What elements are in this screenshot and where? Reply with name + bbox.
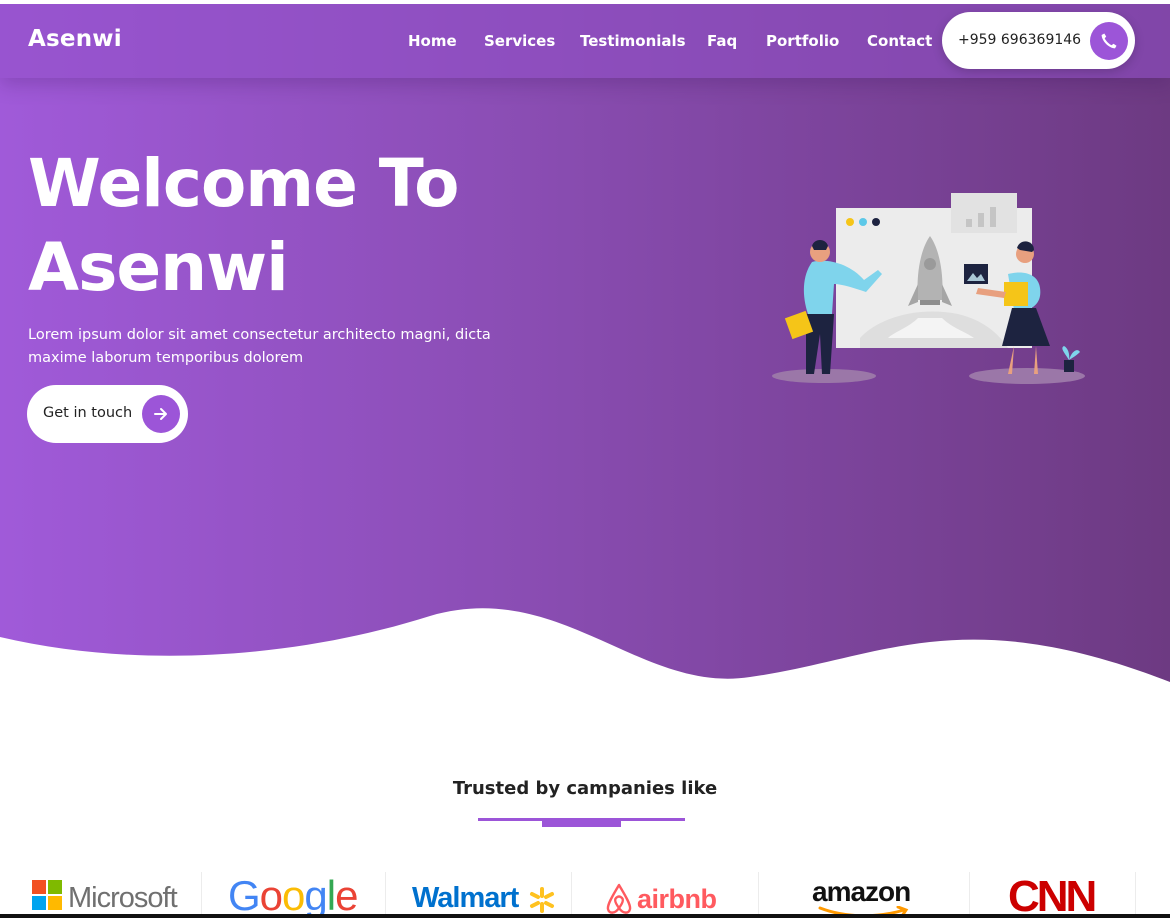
google-letter: e — [335, 872, 358, 918]
heading-underline-accent — [542, 818, 621, 827]
logo-cnn: CNN — [970, 872, 1136, 918]
phone-number: +959 696369146 — [958, 32, 1082, 48]
logo-microsoft: Microsoft — [26, 872, 202, 918]
logo-cnn-text: CNN — [1008, 872, 1097, 918]
nav-services[interactable]: Services — [484, 32, 555, 50]
hero-illustration — [772, 193, 1085, 384]
navbar: Asenwi Home Services Testimonials Faq Po… — [0, 4, 1170, 78]
logo-google: Google — [216, 872, 386, 918]
trusted-heading: Trusted by campanies like — [452, 778, 718, 799]
nav-testimonials[interactable]: Testimonials — [580, 32, 686, 50]
logo-airbnb-text: airbnb — [637, 884, 717, 914]
nav-contact[interactable]: Contact — [867, 32, 932, 50]
logo-walmart: Walmart — [404, 872, 572, 918]
microsoft-grid-icon — [32, 880, 62, 910]
hero-title-line2: Asenwi — [28, 229, 289, 306]
logo-amazon: amazon — [780, 872, 970, 918]
logo-airbnb: airbnb — [593, 872, 759, 918]
get-in-touch-label: Get in touch — [43, 405, 133, 421]
logo-google-text: Google — [228, 872, 358, 918]
hero-title-line1: Welcome To — [28, 145, 459, 222]
nav-portfolio[interactable]: Portfolio — [766, 32, 839, 50]
phone-button[interactable]: +959 696369146 — [942, 12, 1135, 69]
hero-section: Welcome To Asenwi Lorem ipsum dolor sit … — [0, 4, 1170, 694]
logo-microsoft-text: Microsoft — [68, 882, 178, 914]
hero-subtitle: Lorem ipsum dolor sit amet consectetur a… — [28, 327, 491, 366]
hero-title: Welcome To Asenwi — [28, 142, 588, 310]
google-letter: l — [326, 872, 336, 918]
airbnb-belo-icon — [606, 883, 632, 914]
walmart-spark-icon — [530, 887, 554, 913]
bottom-rule — [0, 914, 1170, 918]
logo-amazon-text: amazon — [812, 876, 911, 907]
partner-logos: Microsoft Google Walmart airbnb amazon C… — [0, 862, 1170, 918]
google-letter: G — [228, 872, 261, 918]
google-letter: g — [304, 872, 327, 918]
brand-logo[interactable]: Asenwi — [28, 26, 122, 52]
nav-faq[interactable]: Faq — [707, 32, 737, 50]
get-in-touch-button[interactable]: Get in touch — [27, 385, 188, 443]
top-strip — [0, 0, 1170, 4]
nav-home[interactable]: Home — [408, 32, 457, 50]
google-letter: o — [282, 872, 305, 918]
arrow-right-icon — [142, 395, 180, 433]
google-letter: o — [259, 872, 283, 918]
logo-walmart-text: Walmart — [412, 882, 519, 914]
phone-icon — [1090, 22, 1128, 60]
